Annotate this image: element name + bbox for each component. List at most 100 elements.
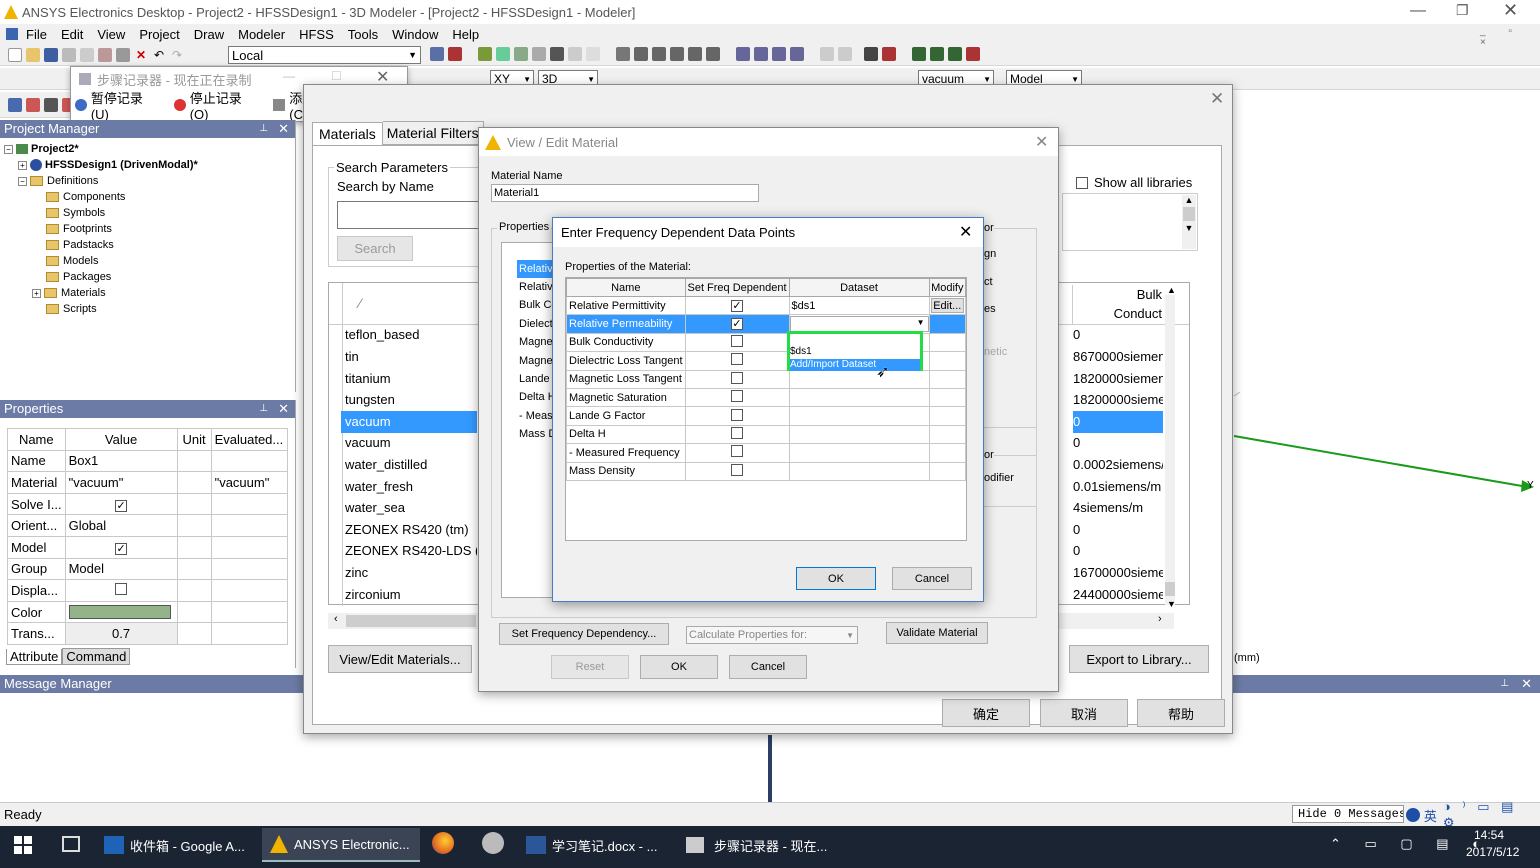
rotate-icon[interactable] <box>670 47 684 61</box>
tree-item-scripts[interactable]: Scripts <box>4 301 295 317</box>
close-icon[interactable]: ✕ <box>278 120 289 138</box>
tree-item-symbols[interactable]: Symbols <box>4 205 295 221</box>
material-row[interactable]: water_distilled <box>341 454 477 476</box>
collapse-icon[interactable]: − <box>4 144 13 154</box>
pan-icon[interactable] <box>616 47 630 61</box>
dataset-option[interactable]: $ds1 <box>790 346 920 358</box>
help-button[interactable]: 帮助 <box>1137 699 1225 727</box>
material-row[interactable]: teflon_based <box>341 324 477 346</box>
tree-item-footprints[interactable]: Footprints <box>4 221 295 237</box>
windows-start-icon[interactable] <box>14 836 32 854</box>
table-row[interactable]: Relative Permittivity ✓ $ds1 Edit... <box>566 295 967 316</box>
toolbar-icon[interactable] <box>448 47 462 61</box>
set-freq-checkbox[interactable] <box>731 390 744 403</box>
tree-definitions[interactable]: − Definitions <box>4 173 295 189</box>
rotate-icon[interactable] <box>652 47 666 61</box>
calculate-properties-select[interactable]: Calculate Properties for: ▼ <box>686 626 858 644</box>
material-row[interactable]: ZEONEX RS420-LDS (tm) <box>341 540 477 562</box>
taskbar-app-outlook[interactable]: 收件箱 - Google A... <box>104 828 254 862</box>
toolbar-icon[interactable] <box>948 47 962 61</box>
toolbar-icon[interactable] <box>8 97 22 112</box>
material-row[interactable]: titanium <box>341 368 477 390</box>
view-edit-cancel-button[interactable]: Cancel <box>729 655 807 679</box>
modeler-viewport[interactable]: Y (mm) <box>1234 118 1540 668</box>
tree-item-materials[interactable]: + Materials <box>4 285 295 301</box>
solve-inside-checkbox[interactable]: ✓ <box>115 499 128 512</box>
toolbar-icon[interactable] <box>586 47 600 61</box>
rotate-icon[interactable] <box>688 47 702 61</box>
export-to-library-button[interactable]: Export to Library... <box>1069 645 1209 673</box>
task-view-icon[interactable] <box>62 836 80 852</box>
taskbar-app-ansys[interactable]: ANSYS Electronic... <box>262 828 420 862</box>
set-freq-checkbox[interactable] <box>731 463 744 476</box>
cut-icon[interactable] <box>62 47 76 62</box>
table-row[interactable]: Magnetic Loss Tangent <box>566 369 967 389</box>
tree-item-padstacks[interactable]: Padstacks <box>4 237 295 253</box>
hide-messages-button[interactable]: Hide 0 Messages <box>1292 805 1404 823</box>
material-row-selected[interactable]: vacuum <box>341 411 477 433</box>
set-freq-checkbox[interactable] <box>731 353 744 366</box>
pause-record-button[interactable]: 暂停记录(U) <box>91 88 160 122</box>
set-frequency-dependency-button[interactable]: Set Frequency Dependency... <box>499 623 669 645</box>
stop-record-button[interactable]: 停止记录(O) <box>190 88 260 122</box>
local-select[interactable]: Local ▼ <box>228 46 421 64</box>
open-icon[interactable] <box>26 47 40 62</box>
paste-icon[interactable] <box>98 47 112 62</box>
table-row[interactable]: Magnetic Saturation <box>566 387 967 408</box>
libraries-scrollbar[interactable]: ▲ ▼ <box>1182 195 1196 249</box>
tab-material-filters[interactable]: Material Filters <box>382 121 484 145</box>
rotate-icon[interactable] <box>706 47 720 61</box>
tab-attribute[interactable]: Attribute <box>6 648 63 665</box>
redo-icon[interactable]: ↷ <box>170 48 184 62</box>
restore-button[interactable]: ❐ <box>1456 2 1469 19</box>
material-row[interactable]: water_sea <box>341 497 477 519</box>
toolbar-icon[interactable] <box>44 97 58 112</box>
show-all-libraries-checkbox[interactable] <box>1076 176 1088 189</box>
tree-item-components[interactable]: Components <box>4 189 295 205</box>
set-freq-checkbox[interactable]: ✓ <box>731 299 744 312</box>
table-row[interactable]: Delta H <box>566 424 967 445</box>
copy-icon[interactable] <box>80 47 94 62</box>
view-edit-ok-button[interactable]: OK <box>640 655 718 679</box>
header-sort-icon[interactable]: ⁄ <box>359 295 361 311</box>
save-icon[interactable] <box>44 47 58 62</box>
undo-icon[interactable]: ↶ <box>152 48 166 62</box>
tab-materials[interactable]: Materials <box>312 121 383 145</box>
toolbar-icon[interactable] <box>430 47 444 61</box>
material-row[interactable]: zinc <box>341 562 477 584</box>
libraries-list[interactable] <box>1062 193 1198 251</box>
toolbar-icon[interactable] <box>966 47 980 61</box>
expand-icon[interactable]: + <box>18 160 27 170</box>
menu-tools[interactable]: Tools <box>348 27 378 42</box>
toolbar-icon[interactable] <box>550 47 564 61</box>
toolbar-icon[interactable] <box>496 47 510 61</box>
zoom-icon[interactable] <box>754 47 768 61</box>
materials-vscroll[interactable] <box>1165 295 1175 605</box>
freq-cancel-button[interactable]: Cancel <box>892 567 972 590</box>
app-menu-icon[interactable] <box>6 28 18 40</box>
taskbar-app-word[interactable]: 学习笔记.docx - ... <box>526 828 666 862</box>
set-freq-checkbox[interactable] <box>731 408 744 421</box>
bulk-sort-icon[interactable]: ▲ <box>1167 285 1176 295</box>
search-button[interactable]: Search <box>337 236 413 261</box>
tab-command[interactable]: Command <box>62 648 131 665</box>
menu-modeler[interactable]: Modeler <box>238 27 285 42</box>
expand-icon[interactable]: + <box>32 288 41 298</box>
material-row[interactable]: tin <box>341 346 477 368</box>
toolbar-icon[interactable] <box>912 47 926 61</box>
tree-item-models[interactable]: Models <box>4 253 295 269</box>
toolbar-icon[interactable] <box>864 47 878 61</box>
close-icon[interactable]: ✕ <box>1521 675 1532 693</box>
material-row[interactable]: vacuum <box>341 432 477 454</box>
set-freq-checkbox[interactable] <box>731 334 744 347</box>
freq-ok-button[interactable]: OK <box>796 567 876 590</box>
toolbar-icon[interactable] <box>514 47 528 61</box>
toolbar-icon[interactable] <box>820 47 834 61</box>
display-wireframe-checkbox[interactable] <box>115 582 128 595</box>
recorder-maximize[interactable]: ☐ <box>331 69 342 83</box>
freq-dialog-close[interactable]: ✕ <box>959 222 972 242</box>
color-swatch[interactable] <box>68 605 171 620</box>
tree-project[interactable]: − Project2* <box>4 141 295 157</box>
clock-time[interactable]: 14:54 <box>1474 828 1504 842</box>
collapse-icon[interactable]: − <box>18 176 27 186</box>
